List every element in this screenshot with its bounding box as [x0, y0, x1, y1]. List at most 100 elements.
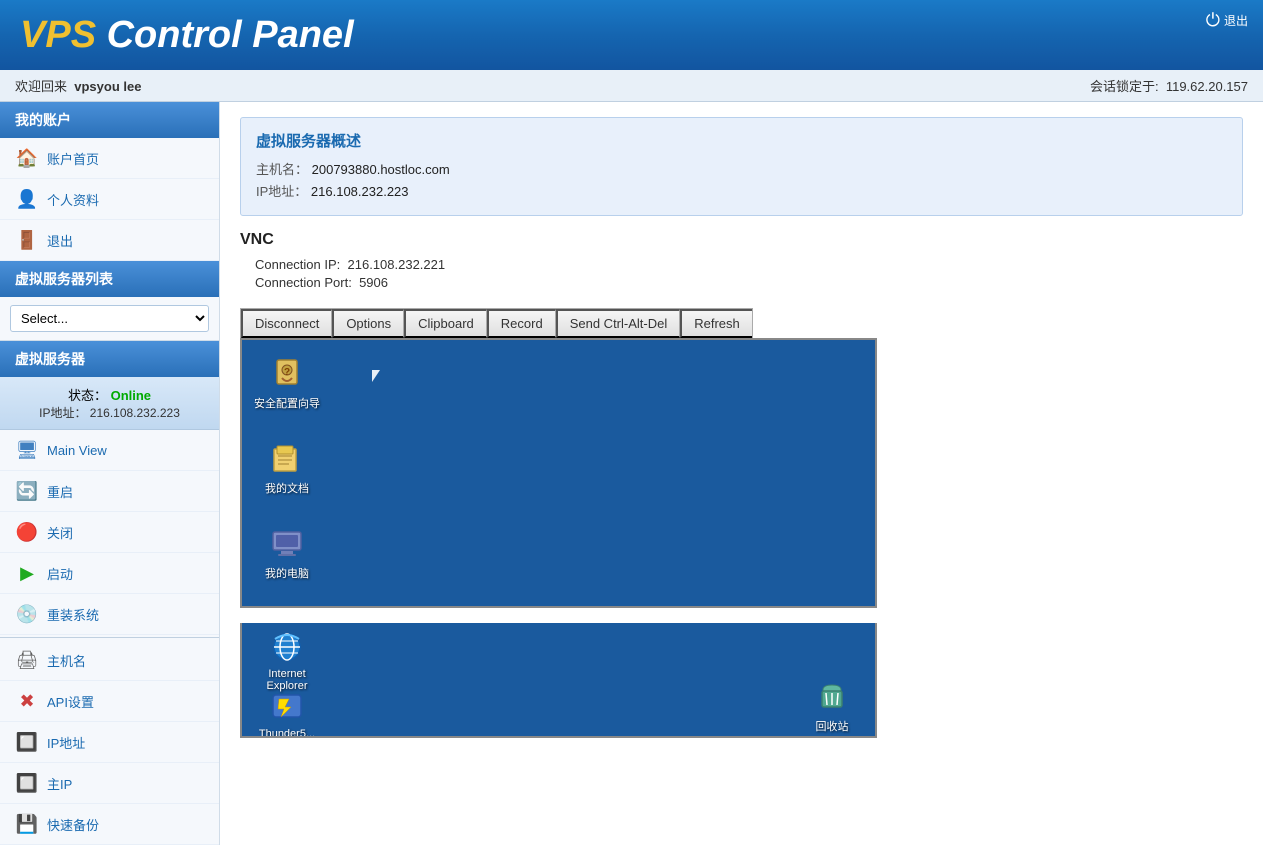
- shutdown-label: 关闭: [47, 523, 73, 542]
- vnc-screen-2: Internet Explorer Thunder5...: [240, 623, 877, 738]
- restart-icon: 🔄: [15, 479, 39, 503]
- main-view-label: Main View: [47, 443, 107, 458]
- vps-ip-row: IP地址： 216.108.232.223: [15, 404, 204, 421]
- sidebar-item-personal-info[interactable]: 👤 个人资料: [0, 179, 219, 220]
- sidebar-item-api[interactable]: ✖ API设置: [0, 681, 219, 722]
- reinstall-icon: 💿: [15, 602, 39, 626]
- vnc-port-label: Connection Port:: [255, 275, 352, 290]
- vps-status-row: 状态： Online: [15, 385, 204, 404]
- desktop-icon-thunder[interactable]: Thunder5...: [252, 688, 322, 738]
- sidebar-item-hostname[interactable]: 🖨 主机名: [0, 640, 219, 681]
- ie-icon: [268, 628, 306, 666]
- session-info: 会话锁定于: 119.62.20.157: [1090, 76, 1248, 95]
- thunder-label: Thunder5...: [259, 728, 315, 738]
- vps-section-title: 虚拟服务器: [0, 341, 219, 377]
- start-label: 启动: [47, 564, 73, 583]
- record-button[interactable]: Record: [487, 309, 556, 338]
- sidebar-item-main-ip[interactable]: 🔲 主IP: [0, 763, 219, 804]
- desktop-icon-security[interactable]: ? 安全配置向导: [252, 355, 322, 411]
- vps-list-section: 虚拟服务器列表: [0, 261, 219, 297]
- overview-title: 虚拟服务器概述: [256, 130, 1227, 151]
- ip-label: IP地址：: [39, 406, 86, 420]
- logout-button[interactable]: ⏻ 退出: [1206, 10, 1248, 31]
- welcome-prefix: 欢迎回来: [15, 79, 67, 94]
- desktop-icon-ie[interactable]: Internet Explorer: [252, 628, 322, 692]
- vnc-connection-ip: Connection IP: 216.108.232.221: [240, 257, 1243, 272]
- hostname-value-ov: 200793880.hostloc.com: [312, 162, 450, 177]
- logout-sidebar-label: 退出: [47, 231, 73, 250]
- header: VPS Control Panel ⏻ 退出: [0, 0, 1263, 70]
- title-rest: Control Panel: [96, 14, 354, 56]
- sidebar-item-logout[interactable]: 🚪 退出: [0, 220, 219, 261]
- recycle-icon: [813, 678, 851, 716]
- ip-label-ov: IP地址：: [256, 184, 307, 199]
- sidebar-item-restart[interactable]: 🔄 重启: [0, 471, 219, 512]
- home-icon: 🏠: [15, 146, 39, 170]
- sidebar-item-reinstall[interactable]: 💿 重装系统: [0, 594, 219, 635]
- sidebar-item-backup[interactable]: 💾 快速备份: [0, 804, 219, 845]
- sidebar-item-main-view[interactable]: 🖥 Main View: [0, 430, 219, 471]
- status-label: 状态：: [68, 388, 107, 403]
- hostname-label-ov: 主机名：: [256, 162, 308, 177]
- disconnect-button[interactable]: Disconnect: [241, 309, 332, 338]
- thunder-icon: [268, 688, 306, 726]
- sidebar-item-ip[interactable]: 🔲 IP地址: [0, 722, 219, 763]
- title-vps: VPS: [20, 14, 96, 56]
- restart-label: 重启: [47, 482, 73, 501]
- options-button[interactable]: Options: [332, 309, 404, 338]
- recycle-label: 回收站: [816, 718, 849, 734]
- status-value: Online: [111, 388, 151, 403]
- main-layout: 我的账户 🏠 账户首页 👤 个人资料 🚪 退出 虚拟服务器列表 Select..…: [0, 102, 1263, 845]
- vnc-toolbar: Disconnect Options Clipboard Record Send…: [240, 308, 753, 338]
- send-ctrl-alt-del-button[interactable]: Send Ctrl-Alt-Del: [556, 309, 681, 338]
- refresh-button[interactable]: Refresh: [680, 309, 752, 338]
- sidebar-divider: [0, 637, 219, 638]
- mainip-label: 主IP: [47, 774, 72, 793]
- session-label: 会话锁定于:: [1090, 79, 1159, 94]
- sidebar-item-start[interactable]: ▶ 启动: [0, 553, 219, 594]
- svg-text:?: ?: [284, 367, 290, 378]
- mydocs-label: 我的文档: [265, 480, 309, 496]
- backup-label: 快速备份: [47, 815, 99, 834]
- content-area: 虚拟服务器概述 主机名： 200793880.hostloc.com IP地址：…: [220, 102, 1263, 845]
- exit-icon: 🚪: [15, 228, 39, 252]
- reinstall-label: 重装系统: [47, 605, 99, 624]
- app-title: VPS Control Panel: [20, 14, 354, 57]
- mycomputer-label: 我的电脑: [265, 565, 309, 581]
- monitor-icon: 🖥: [15, 438, 39, 462]
- vnc-cursor: [372, 370, 380, 382]
- mycomputer-icon: [268, 525, 306, 563]
- sidebar-item-shutdown[interactable]: 🔴 关闭: [0, 512, 219, 553]
- shutdown-icon: 🔴: [15, 520, 39, 544]
- vnc-port-value: 5906: [359, 275, 388, 290]
- logout-label: 退出: [1224, 12, 1248, 29]
- desktop-icon-mydocs[interactable]: 我的文档: [252, 440, 322, 496]
- session-ip: 119.62.20.157: [1166, 79, 1248, 94]
- desktop-icon-recycle[interactable]: 回收站: [797, 678, 867, 734]
- vnc-connection-port: Connection Port: 5906: [240, 275, 1243, 290]
- mainip-icon: 🔲: [15, 771, 39, 795]
- welcome-bar: 欢迎回来 vpsyou lee 会话锁定于: 119.62.20.157: [0, 70, 1263, 102]
- hostname-icon: 🖨: [15, 648, 39, 672]
- vps-selector: Select...: [0, 297, 219, 341]
- vnc-ip-label: Connection IP:: [255, 257, 340, 272]
- vps-select-dropdown[interactable]: Select...: [10, 305, 209, 332]
- sidebar-item-account-home[interactable]: 🏠 账户首页: [0, 138, 219, 179]
- mydocs-icon: [268, 440, 306, 478]
- hostname-label: 主机名: [47, 651, 86, 670]
- power-icon: ⏻: [1206, 10, 1220, 31]
- security-label: 安全配置向导: [254, 395, 320, 411]
- overview-ip: IP地址： 216.108.232.223: [256, 181, 1227, 200]
- ip-icon: 🔲: [15, 730, 39, 754]
- security-icon: ?: [268, 355, 306, 393]
- start-icon: ▶: [15, 561, 39, 585]
- ip-value: 216.108.232.223: [90, 406, 180, 420]
- clipboard-button[interactable]: Clipboard: [404, 309, 487, 338]
- welcome-text: 欢迎回来 vpsyou lee: [15, 76, 141, 95]
- desktop-icon-mycomputer[interactable]: 我的电脑: [252, 525, 322, 581]
- vnc-title: VNC: [240, 231, 1243, 249]
- overview-box: 虚拟服务器概述 主机名： 200793880.hostloc.com IP地址：…: [240, 117, 1243, 216]
- api-icon: ✖: [15, 689, 39, 713]
- api-label: API设置: [47, 692, 94, 711]
- ip-label2: IP地址: [47, 733, 85, 752]
